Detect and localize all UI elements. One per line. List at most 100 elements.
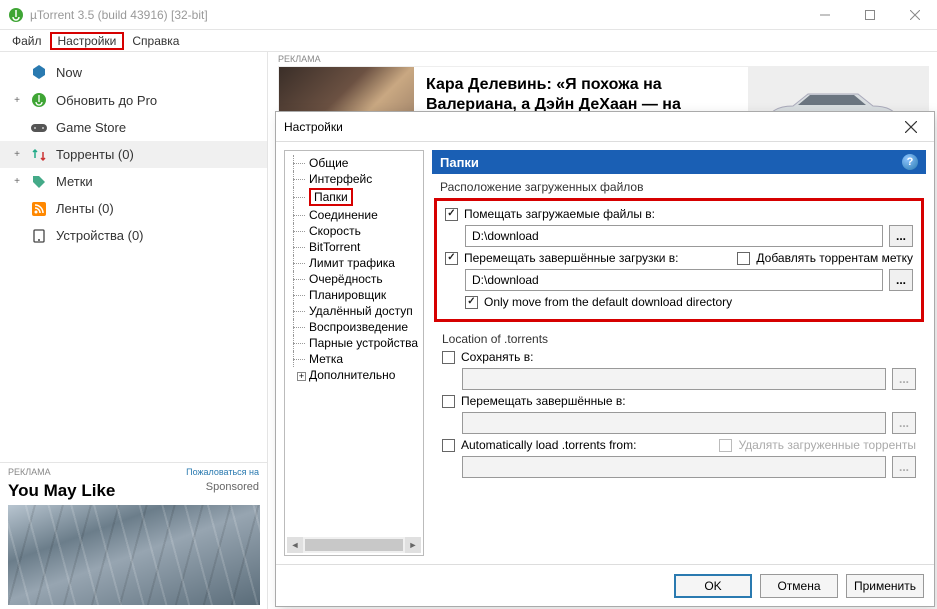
section-header: Папки ?	[432, 150, 926, 174]
group-download-location: Расположение загруженных файлов	[432, 174, 926, 196]
tag-icon	[30, 175, 48, 189]
label-move-completed: Перемещать завершённые загрузки в:	[464, 251, 678, 265]
ad-complain-link[interactable]: Пожаловаться на	[186, 467, 259, 477]
label-only-move-default: Only move from the default download dire…	[484, 295, 732, 309]
ok-button[interactable]: OK	[674, 574, 752, 598]
tree-item-bittorrent[interactable]: BitTorrent	[287, 239, 421, 255]
cancel-button[interactable]: Отмена	[760, 574, 838, 598]
tree-item-advanced[interactable]: +Дополнительно	[287, 367, 421, 383]
menu-settings[interactable]: Настройки	[50, 32, 125, 50]
sidebar-item-label: Game Store	[56, 120, 257, 135]
checkbox-move-completed[interactable]	[445, 252, 458, 265]
tree-item-remote[interactable]: Удалённый доступ	[287, 303, 421, 319]
dialog-title: Настройки	[284, 120, 896, 134]
banner-reklama-label: РЕКЛАМА	[278, 54, 321, 64]
sidebar-item-devices[interactable]: Устройства (0)	[0, 222, 267, 249]
window-title: µTorrent 3.5 (build 43916) [32-bit]	[30, 8, 802, 22]
tree-item-scheduler[interactable]: Планировщик	[287, 287, 421, 303]
help-icon[interactable]: ?	[902, 154, 918, 170]
minimize-button[interactable]	[802, 0, 847, 30]
browse-button-move-completed-torrents[interactable]: ...	[892, 412, 916, 434]
scroll-thumb[interactable]	[305, 539, 403, 551]
label-append-label: Добавлять торрентам метку	[756, 251, 913, 265]
section-header-text: Папки	[440, 155, 479, 170]
checkbox-only-move-default[interactable]	[465, 296, 478, 309]
settings-tree[interactable]: Общие Интерфейс Папки Соединение Скорост…	[284, 150, 424, 556]
sidebar-item-now[interactable]: Now	[0, 58, 267, 86]
sidebar-item-feeds[interactable]: Ленты (0)	[0, 195, 267, 222]
tree-item-playback[interactable]: Воспроизведение	[287, 319, 421, 335]
tree-item-speed[interactable]: Скорость	[287, 223, 421, 239]
checkbox-store-torrents[interactable]	[442, 351, 455, 364]
tree-item-traffic[interactable]: Лимит трафика	[287, 255, 421, 271]
updown-arrows-icon	[30, 148, 48, 162]
menu-bar: Файл Настройки Справка	[0, 30, 937, 52]
rss-icon	[30, 202, 48, 216]
hexagon-icon	[30, 64, 48, 80]
tree-item-interface[interactable]: Интерфейс	[287, 171, 421, 187]
input-move-completed-path[interactable]	[465, 269, 883, 291]
menu-file[interactable]: Файл	[4, 32, 50, 50]
dialog-titlebar[interactable]: Настройки	[276, 112, 934, 142]
checkbox-autoload-torrents[interactable]	[442, 439, 455, 452]
expand-toggle[interactable]: +	[12, 176, 22, 187]
scroll-right-icon[interactable]: ►	[405, 537, 421, 553]
ad-image[interactable]	[8, 505, 260, 605]
label-delete-loaded: Удалять загруженные торренты	[738, 438, 916, 452]
settings-dialog: Настройки Общие Интерфейс Папки Соединен…	[275, 111, 935, 607]
expand-toggle[interactable]: +	[12, 95, 22, 106]
apply-button[interactable]: Применить	[846, 574, 924, 598]
browse-button-move-completed[interactable]: ...	[889, 269, 913, 291]
tree-item-connection[interactable]: Соединение	[287, 207, 421, 223]
tree-item-folders[interactable]: Папки	[287, 187, 421, 207]
tree-item-general[interactable]: Общие	[287, 155, 421, 171]
checkbox-delete-loaded	[719, 439, 732, 452]
browse-button-put-new[interactable]: ...	[889, 225, 913, 247]
input-store-torrents-path	[462, 368, 886, 390]
highlighted-settings-box: Помещать загружаемые файлы в: ... Переме…	[434, 198, 924, 322]
sidebar-ad: РЕКЛАМА Пожаловаться на You May Like Spo…	[0, 462, 267, 609]
dialog-close-button[interactable]	[896, 112, 926, 142]
gamepad-icon	[30, 122, 48, 134]
label-put-new-downloads: Помещать загружаемые файлы в:	[464, 207, 655, 221]
input-autoload-path	[462, 456, 886, 478]
sidebar: Now + Обновить до Pro Game Store + Торре…	[0, 52, 268, 609]
ad-reklama-label: РЕКЛАМА	[8, 467, 51, 477]
tree-horizontal-scrollbar[interactable]: ◄ ►	[287, 537, 421, 553]
tree-item-label[interactable]: Метка	[287, 351, 421, 367]
input-put-new-path[interactable]	[465, 225, 883, 247]
group-torrent-location: Location of .torrents	[442, 326, 916, 348]
sidebar-item-label: Торренты (0)	[56, 147, 257, 162]
label-autoload-torrents: Automatically load .torrents from:	[461, 438, 636, 452]
sidebar-item-label: Обновить до Pro	[56, 93, 257, 108]
tree-item-devices[interactable]: Парные устройства	[287, 335, 421, 351]
checkbox-move-completed-torrents[interactable]	[442, 395, 455, 408]
label-move-completed-torrents: Перемещать завершённые в:	[461, 394, 626, 408]
expand-toggle[interactable]: +	[12, 149, 22, 160]
sidebar-item-label: Метки	[56, 174, 257, 189]
ad-title: You May Like	[8, 481, 115, 500]
scroll-left-icon[interactable]: ◄	[287, 537, 303, 553]
sidebar-item-label: Now	[56, 65, 257, 80]
tree-item-queue[interactable]: Очерёдность	[287, 271, 421, 287]
sidebar-item-gamestore[interactable]: Game Store	[0, 114, 267, 141]
sidebar-item-labels[interactable]: + Метки	[0, 168, 267, 195]
browse-button-autoload[interactable]: ...	[892, 456, 916, 478]
title-bar: µTorrent 3.5 (build 43916) [32-bit]	[0, 0, 937, 30]
checkbox-append-label[interactable]	[737, 252, 750, 265]
ad-sponsored-label: Sponsored	[206, 481, 259, 493]
device-icon	[30, 229, 48, 243]
sidebar-item-torrents[interactable]: + Торренты (0)	[0, 141, 267, 168]
browse-button-store-torrents[interactable]: ...	[892, 368, 916, 390]
close-button[interactable]	[892, 0, 937, 30]
settings-panel: Папки ? Расположение загруженных файлов …	[432, 150, 926, 556]
utorrent-logo-icon	[30, 92, 48, 108]
maximize-button[interactable]	[847, 0, 892, 30]
input-move-completed-torrents-path	[462, 412, 886, 434]
expand-box-icon[interactable]: +	[297, 372, 306, 381]
sidebar-item-upgrade[interactable]: + Обновить до Pro	[0, 86, 267, 114]
sidebar-item-label: Ленты (0)	[56, 201, 257, 216]
checkbox-put-new-downloads[interactable]	[445, 208, 458, 221]
label-store-torrents: Сохранять в:	[461, 350, 533, 364]
menu-help[interactable]: Справка	[124, 32, 187, 50]
